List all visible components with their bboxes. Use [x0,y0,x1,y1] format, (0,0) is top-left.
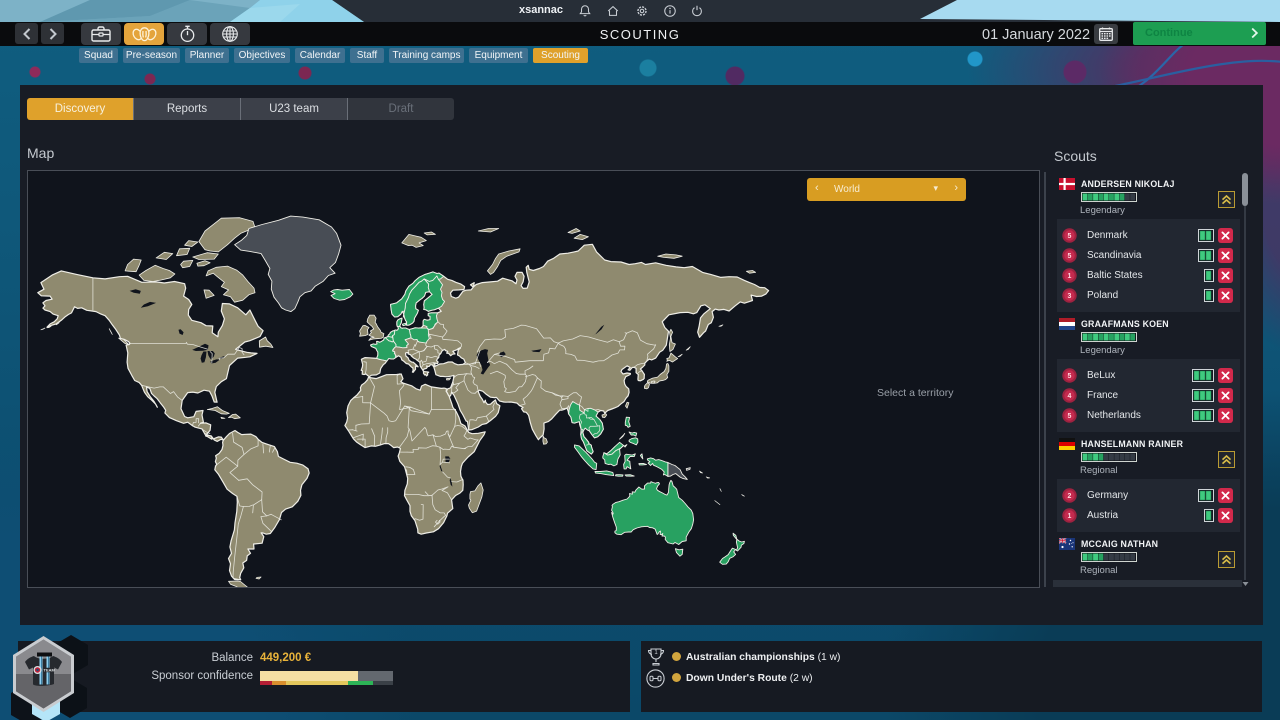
svg-text:4: 4 [1068,393,1072,400]
svg-text:5: 5 [1068,233,1072,240]
svg-text:1: 1 [1068,273,1072,280]
svg-text:5: 5 [1068,253,1072,260]
svg-text:5: 5 [1068,413,1072,420]
svg-text:5: 5 [1068,373,1072,380]
svg-text:1: 1 [1068,513,1072,520]
svg-text:3: 3 [1068,293,1072,300]
svg-text:1: 1 [654,650,658,656]
svg-text:2: 2 [1068,493,1072,500]
svg-text:TEAM: TEAM [44,668,56,673]
